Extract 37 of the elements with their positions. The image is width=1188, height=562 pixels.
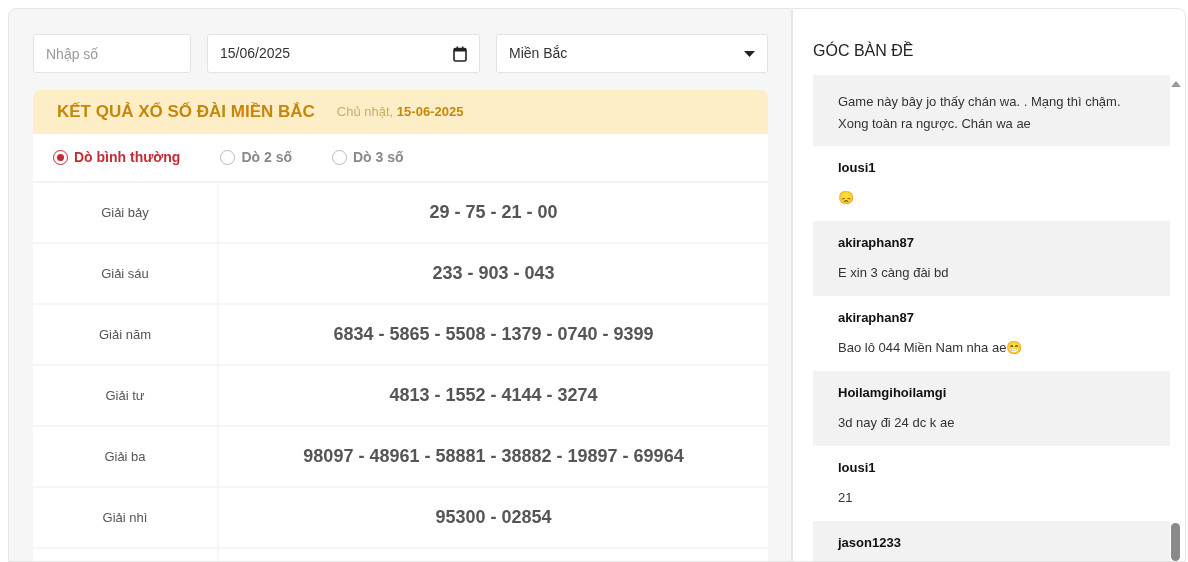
prize-cell: Giải bảy: [33, 183, 217, 242]
username: Hoilamgihoilamgi: [838, 384, 948, 402]
username: lousi1: [838, 159, 877, 177]
caret-down-icon: [744, 50, 755, 57]
message-text: E xin 3 càng đài bd: [838, 263, 950, 282]
mode-radio[interactable]: Dò bình thường: [53, 147, 181, 168]
prize-cell: Giải ba: [33, 427, 217, 486]
message-text: 3d nay đi 24 dc k ae: [838, 413, 956, 432]
numbers-cell: 98097 - 48961 - 58881 - 38882 - 19897 - 69964: [219, 427, 768, 486]
message-text: 21: [838, 488, 854, 507]
numbers-cell: 4813 - 1552 - 4144 - 3274: [219, 366, 768, 425]
scroll-up-icon[interactable]: [1171, 81, 1181, 87]
message-text: Bao lô 044 Miền Nam nha ae😁: [838, 338, 1024, 357]
mode-radio[interactable]: Dò 3 số: [332, 147, 404, 168]
number-input-field[interactable]: Nhập số: [33, 34, 191, 73]
date-input-field[interactable]: 15/06/2025: [207, 34, 480, 73]
message-text: 😞: [838, 188, 855, 207]
numbers-cell: 6834 - 5865 - 5508 - 1379 - 0740 - 9399: [219, 305, 768, 364]
prize-cell: Giải sáu: [33, 244, 217, 303]
results-date: Chủ nhật, 15-06-2025: [336, 103, 464, 122]
numbers-cell: 233 - 903 - 043: [219, 244, 768, 303]
username: akiraphan87: [838, 309, 915, 327]
numbers-cell: 29 - 75 - 21 - 00: [219, 183, 768, 242]
numbers-cell: 95300 - 02854: [219, 488, 768, 547]
message-text: Game này bây jo thấy chán wa. . Mạng thì chậm. Xong toàn ra ngược. Chán wa ae: [838, 93, 1122, 133]
prize-cell: Giải nhì: [33, 488, 217, 547]
username: lousi1: [838, 459, 877, 477]
scrollbar-thumb[interactable]: [1171, 523, 1180, 561]
region-select[interactable]: Miền Bắc: [496, 34, 768, 73]
mode-radio[interactable]: Dò 2 số: [220, 147, 292, 168]
prize-cell: Giải tư: [33, 366, 217, 425]
username: akiraphan87: [838, 234, 915, 252]
chat-title: GÓC BÀN ĐỀ: [813, 40, 915, 61]
prize-cell: Giải năm: [33, 305, 217, 364]
results-title: KẾT QUẢ XỔ SỐ ĐÀI MIỀN BẮC: [57, 101, 315, 124]
calendar-icon[interactable]: [453, 45, 467, 62]
username: jason1233: [838, 534, 902, 552]
